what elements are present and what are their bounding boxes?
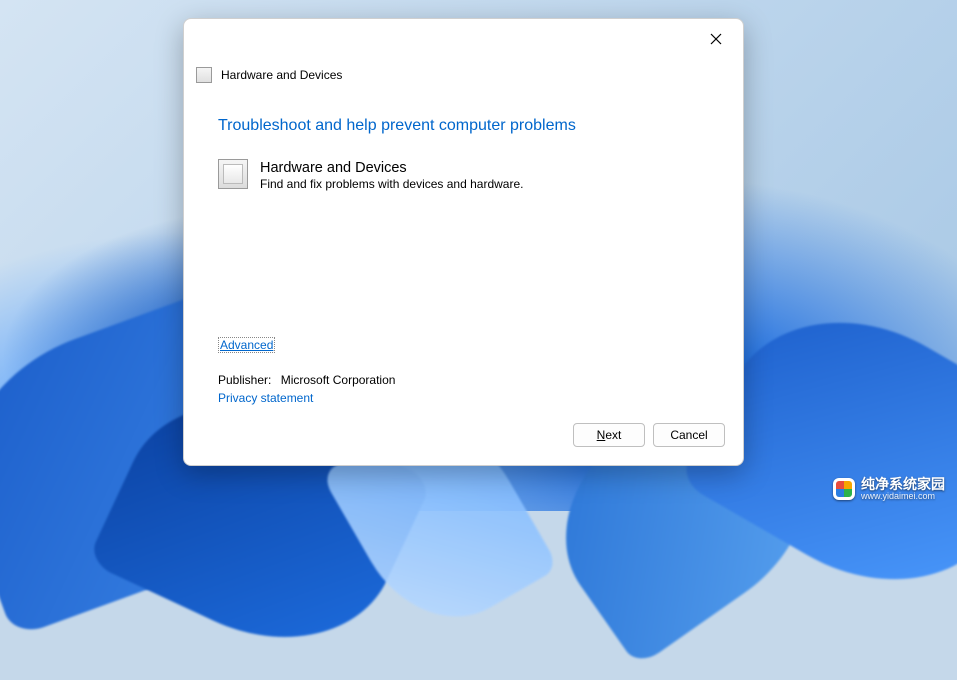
headline: Troubleshoot and help prevent computer p… <box>218 117 709 135</box>
cancel-button[interactable]: Cancel <box>653 423 725 447</box>
advanced-link[interactable]: Advanced <box>218 337 275 353</box>
spacer <box>218 192 709 337</box>
watermark-logo-icon <box>833 478 855 500</box>
watermark-line2: www.yidaimei.com <box>861 492 945 501</box>
hardware-large-icon <box>218 159 248 189</box>
item-title: Hardware and Devices <box>260 159 523 177</box>
dialog-header: Hardware and Devices <box>184 67 743 83</box>
next-button[interactable]: Next <box>573 423 645 447</box>
watermark: 纯净系统家园 www.yidaimei.com <box>833 477 945 501</box>
dialog-footer: Next Cancel <box>184 409 743 465</box>
publisher-value: Microsoft Corporation <box>281 373 396 387</box>
next-rest: ext <box>605 428 621 442</box>
watermark-text: 纯净系统家园 www.yidaimei.com <box>861 477 945 501</box>
close-button[interactable] <box>695 24 737 54</box>
dialog-title: Hardware and Devices <box>221 68 342 82</box>
publisher-label: Publisher: <box>218 373 271 387</box>
titlebar <box>184 19 743 59</box>
dialog-content: Troubleshoot and help prevent computer p… <box>184 83 743 409</box>
item-description: Find and fix problems with devices and h… <box>260 177 523 192</box>
hardware-small-icon <box>196 67 212 83</box>
item-text: Hardware and Devices Find and fix proble… <box>260 159 523 192</box>
troubleshooter-item: Hardware and Devices Find and fix proble… <box>218 159 709 192</box>
privacy-statement-link[interactable]: Privacy statement <box>218 391 313 405</box>
publisher-row: Publisher: Microsoft Corporation <box>218 373 709 387</box>
troubleshooter-dialog: Hardware and Devices Troubleshoot and he… <box>183 18 744 466</box>
watermark-line1: 纯净系统家园 <box>861 477 945 492</box>
close-icon <box>710 33 722 45</box>
